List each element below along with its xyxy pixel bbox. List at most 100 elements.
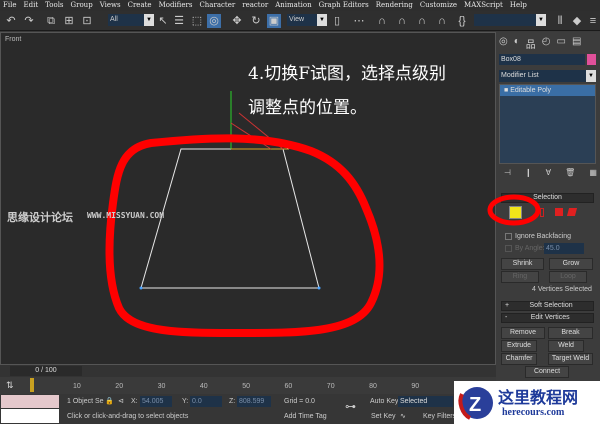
menu-maxscript[interactable]: MAXScript	[464, 0, 503, 11]
shrink-button[interactable]: Shrink	[501, 258, 544, 270]
menu-create[interactable]: Create	[128, 0, 152, 11]
menu-graph-editors[interactable]: Graph Editors	[319, 0, 369, 11]
display-tab-icon[interactable]: ▭	[557, 36, 566, 51]
move-icon[interactable]: ✥	[230, 14, 244, 28]
menu-edit[interactable]: Edit	[23, 0, 38, 11]
menu-character[interactable]: Character	[199, 0, 235, 11]
x-label: X:	[131, 398, 138, 405]
window-crossing-icon[interactable]: ◎	[207, 14, 221, 28]
make-unique-icon[interactable]: ∀	[546, 168, 551, 177]
keyboard-shortcut-icon[interactable]: ⋯	[352, 14, 366, 28]
bind-space-warp-icon[interactable]: ⊡	[80, 14, 94, 28]
snap-icon[interactable]: ∩	[375, 14, 389, 28]
menu-help[interactable]: Help	[510, 0, 527, 11]
mirror-icon[interactable]: ⫴	[553, 14, 567, 28]
menu-rendering[interactable]: Rendering	[376, 0, 413, 11]
tangent-icon[interactable]: ∿	[400, 411, 406, 422]
key-icon[interactable]: ⊶	[345, 402, 356, 413]
rotate-icon[interactable]: ↻	[249, 14, 263, 28]
break-button[interactable]: Break	[548, 327, 593, 339]
weld-button[interactable]: Weld	[548, 340, 584, 352]
select-by-name-icon[interactable]: ☰	[172, 14, 186, 28]
frame-tick-label: 50	[242, 383, 250, 390]
angle-snap-icon[interactable]: ∩	[395, 14, 409, 28]
modifier-list-dropdown[interactable]: Modifier List ▼	[499, 70, 596, 82]
lock-icon[interactable]: 🔒	[105, 396, 114, 407]
y-coordinate-field[interactable]: 0.0	[190, 396, 222, 407]
menu-reactor[interactable]: reactor	[242, 0, 268, 11]
element-mode-icon[interactable]	[566, 208, 578, 216]
select-arrow-icon[interactable]: ↖	[156, 14, 170, 28]
scale-icon[interactable]: ▣	[267, 14, 281, 28]
key-filters-button[interactable]: Key Filters	[423, 411, 456, 422]
command-panel: ◎ ◐ 品 ◴ ▭ ▤ Box08 Modifier List ▼ ■ Editable P…	[487, 32, 600, 382]
maxscript-listener-white[interactable]	[1, 409, 59, 423]
link-icon[interactable]: ⧉	[44, 14, 58, 28]
remove-button[interactable]: Remove	[501, 327, 545, 339]
current-frame-marker[interactable]	[30, 378, 34, 392]
front-viewport[interactable]: Front x 4.切换F试图，选择点级别 调整点的位置。 思缘设计论坛 WWW…	[0, 32, 496, 365]
reference-coord-dropdown[interactable]: View ▼	[287, 14, 327, 26]
annotation-line-1: 4.切换F试图，选择点级别	[248, 64, 447, 84]
undo-icon[interactable]: ↶	[4, 14, 18, 28]
menu-animation[interactable]: Animation	[275, 0, 311, 11]
selection-filter-dropdown[interactable]: All ▼	[108, 14, 154, 26]
z-coordinate-field[interactable]: 808.599	[237, 396, 271, 407]
loop-button[interactable]: Loop	[549, 271, 587, 283]
grow-button[interactable]: Grow	[549, 258, 593, 270]
layers-icon[interactable]: ≡	[586, 14, 600, 28]
region-select-icon[interactable]: ⬚	[190, 14, 204, 28]
polygon-mode-icon[interactable]	[555, 208, 563, 216]
by-angle-field[interactable]: 45.0	[544, 243, 584, 254]
track-bar[interactable]: ⇅ 10 20 30 40 50 60 70 80 90	[0, 377, 496, 394]
vertex	[139, 286, 143, 290]
edit-vertices-rollout[interactable]: - Edit Vertices	[501, 313, 594, 323]
stack-item-editable-poly[interactable]: ■ Editable Poly	[500, 85, 595, 96]
soft-selection-rollout[interactable]: + Soft Selection	[501, 301, 594, 311]
maxscript-listener-pink[interactable]	[1, 395, 59, 408]
utilities-tab-icon[interactable]: ▤	[572, 36, 581, 51]
object-name-field[interactable]: Box08	[499, 54, 585, 65]
pivot-center-icon[interactable]: ▯	[330, 14, 344, 28]
menu-customize[interactable]: Customize	[420, 0, 457, 11]
spinner-snap-icon[interactable]: ∩	[435, 14, 449, 28]
remove-modifier-icon[interactable]: 🗑	[565, 168, 575, 177]
create-tab-icon[interactable]: ◎	[499, 36, 508, 51]
chamfer-button[interactable]: Chamfer	[501, 353, 537, 365]
time-slider-thumb[interactable]: 0 / 100	[10, 366, 82, 376]
extrude-button[interactable]: Extrude	[501, 340, 537, 352]
modify-tab-icon[interactable]: ◐	[514, 36, 520, 51]
ignore-backfacing-checkbox[interactable]	[505, 233, 512, 240]
set-key-button[interactable]: Set Key	[371, 411, 396, 422]
menu-group[interactable]: Group	[71, 0, 93, 11]
percent-snap-icon[interactable]: ∩	[415, 14, 429, 28]
ring-button[interactable]: Ring	[501, 271, 539, 283]
menu-views[interactable]: Views	[100, 0, 121, 11]
frame-tick-label: 70	[326, 383, 335, 390]
auto-key-button[interactable]: Auto Key	[370, 396, 398, 407]
object-color-swatch[interactable]	[587, 54, 596, 65]
hierarchy-tab-icon[interactable]: 品	[526, 36, 536, 51]
pin-stack-icon[interactable]: ⊣	[504, 168, 511, 177]
connect-button[interactable]: Connect	[525, 366, 569, 378]
motion-tab-icon[interactable]: ◴	[542, 36, 551, 51]
absolute-mode-icon[interactable]: ⊲	[118, 396, 124, 407]
menu-tools[interactable]: Tools	[45, 0, 63, 11]
redo-icon[interactable]: ↷	[22, 14, 36, 28]
configure-sets-icon[interactable]: ▦	[589, 168, 597, 177]
by-angle-checkbox[interactable]	[505, 245, 512, 252]
show-end-result-icon[interactable]: ❙	[525, 168, 532, 177]
named-selection-dropdown[interactable]: ▼	[474, 14, 546, 26]
key-mode-dropdown[interactable]: Selected	[398, 396, 453, 407]
unlink-icon[interactable]: ⊞	[62, 14, 76, 28]
align-icon[interactable]: ◆	[570, 14, 584, 28]
open-mini-curve-editor-icon[interactable]: ⇅	[6, 380, 14, 391]
menu-file[interactable]: File	[3, 0, 16, 11]
time-slider[interactable]: 0 / 100	[0, 365, 496, 377]
target-weld-button[interactable]: Target Weld	[548, 353, 593, 365]
menu-modifiers[interactable]: Modifiers	[159, 0, 193, 11]
add-time-tag[interactable]: Add Time Tag	[284, 411, 327, 422]
ignore-backfacing-label: Ignore Backfacing	[515, 233, 572, 240]
x-coordinate-field[interactable]: 54.005	[140, 396, 172, 407]
named-selection-icon[interactable]: {}	[455, 14, 469, 28]
